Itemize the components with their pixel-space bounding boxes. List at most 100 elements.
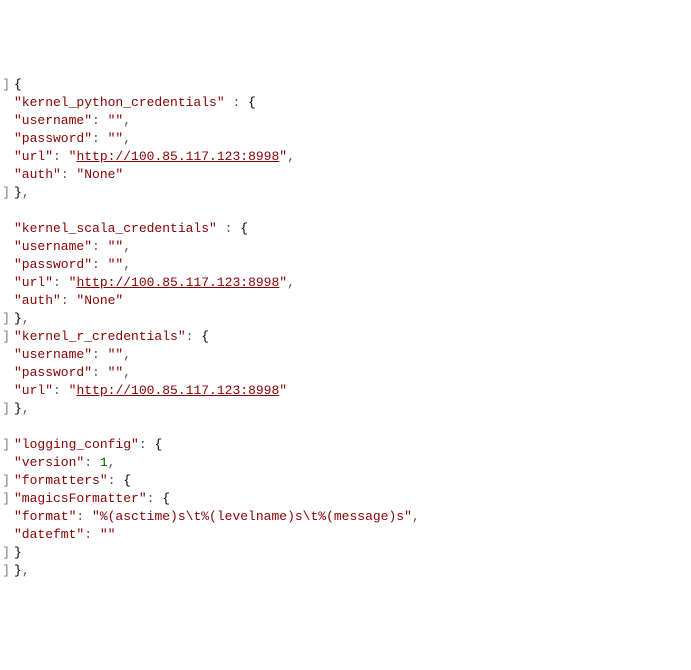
json-brace: { [248,95,256,110]
json-string: "" [108,365,124,380]
code-line: ]{ [0,76,691,94]
code-line: "username": "", [0,112,691,130]
url-link[interactable]: http://100.85.117.123:8998 [76,149,279,164]
json-punct: : [92,131,108,146]
code-line: ]} [0,544,691,562]
json-punct: : [76,509,92,524]
json-punct: , [287,275,295,290]
code-content: { [12,77,22,92]
json-key: "formatters" [14,473,108,488]
json-brace: } [14,563,22,578]
code-line: ]}, [0,400,691,418]
code-content: "username": "", [12,239,131,254]
code-line: "username": "", [0,346,691,364]
json-key: "magicsFormatter" [14,491,147,506]
code-line: ]}, [0,184,691,202]
json-punct: : [84,455,100,470]
code-content: "username": "", [12,113,131,128]
code-content: "url": "http://100.85.117.123:8998" [12,383,287,398]
json-key: "format" [14,509,76,524]
json-key: "kernel_scala_credentials" [14,221,217,236]
json-key: "url" [14,149,53,164]
json-string: "None" [76,293,123,308]
json-punct: : [92,239,108,254]
json-key: "auth" [14,167,61,182]
code-line: ]"magicsFormatter": { [0,490,691,508]
json-punct: : [53,383,69,398]
json-punct: , [123,257,131,272]
json-punct: : [92,257,108,272]
json-punct: : [53,275,69,290]
json-punct: : [225,95,248,110]
json-punct: : [61,293,77,308]
code-line: ]}, [0,310,691,328]
code-content: }, [12,311,30,326]
json-string: "" [108,257,124,272]
json-punct: : [108,473,124,488]
gutter-marker: ] [0,544,12,562]
code-content [12,419,14,434]
gutter-marker: ] [0,184,12,202]
json-brace: { [162,491,170,506]
gutter-marker: ] [0,562,12,580]
json-punct: : [186,329,202,344]
code-content: "password": "", [12,131,131,146]
json-key: "logging_config" [14,437,139,452]
code-content: "kernel_scala_credentials" : { [12,221,248,236]
code-line [0,202,691,220]
code-content: "format": "%(asctime)s\t%(levelname)s\t%… [12,509,420,524]
json-string: "None" [76,167,123,182]
code-content: "version": 1, [12,455,115,470]
json-punct: : [217,221,240,236]
json-punct: : [84,527,100,542]
code-line: ]"formatters": { [0,472,691,490]
json-brace: } [14,401,22,416]
json-punct: , [123,131,131,146]
json-brace: { [123,473,131,488]
json-string: "" [108,239,124,254]
json-key: "password" [14,257,92,272]
code-content: "datefmt": "" [12,527,115,542]
code-content [12,203,14,218]
json-string: " [279,275,287,290]
json-key: "kernel_python_credentials" [14,95,225,110]
url-link[interactable]: http://100.85.117.123:8998 [76,383,279,398]
json-key: "url" [14,383,53,398]
json-punct: : [92,113,108,128]
code-content: }, [12,563,30,578]
url-link[interactable]: http://100.85.117.123:8998 [76,275,279,290]
code-line: "kernel_scala_credentials" : { [0,220,691,238]
code-line: "password": "", [0,256,691,274]
gutter-marker: ] [0,472,12,490]
json-brace: } [14,545,22,560]
code-line: "username": "", [0,238,691,256]
code-content: "auth": "None" [12,293,123,308]
json-string: "" [100,527,116,542]
code-line [0,418,691,436]
code-content: "url": "http://100.85.117.123:8998", [12,275,295,290]
code-content: } [12,545,22,560]
code-content: "magicsFormatter": { [12,491,170,506]
code-content: }, [12,401,30,416]
code-line: "auth": "None" [0,292,691,310]
code-content: "password": "", [12,365,131,380]
json-string: "" [108,113,124,128]
json-key: "auth" [14,293,61,308]
code-content: "kernel_r_credentials": { [12,329,209,344]
code-line: "url": "http://100.85.117.123:8998", [0,274,691,292]
json-string: "" [108,131,124,146]
json-key: "version" [14,455,84,470]
code-line: ]"kernel_r_credentials": { [0,328,691,346]
json-key: "username" [14,113,92,128]
json-punct: , [287,149,295,164]
json-punct: , [108,455,116,470]
json-punct: , [22,563,30,578]
code-viewer: ]{"kernel_python_credentials" : {"userna… [0,76,691,580]
json-punct: : [92,347,108,362]
json-punct: : [61,167,77,182]
json-key: "url" [14,275,53,290]
json-brace: } [14,185,22,200]
json-brace: { [240,221,248,236]
json-punct: , [22,311,30,326]
json-number: 1 [100,455,108,470]
